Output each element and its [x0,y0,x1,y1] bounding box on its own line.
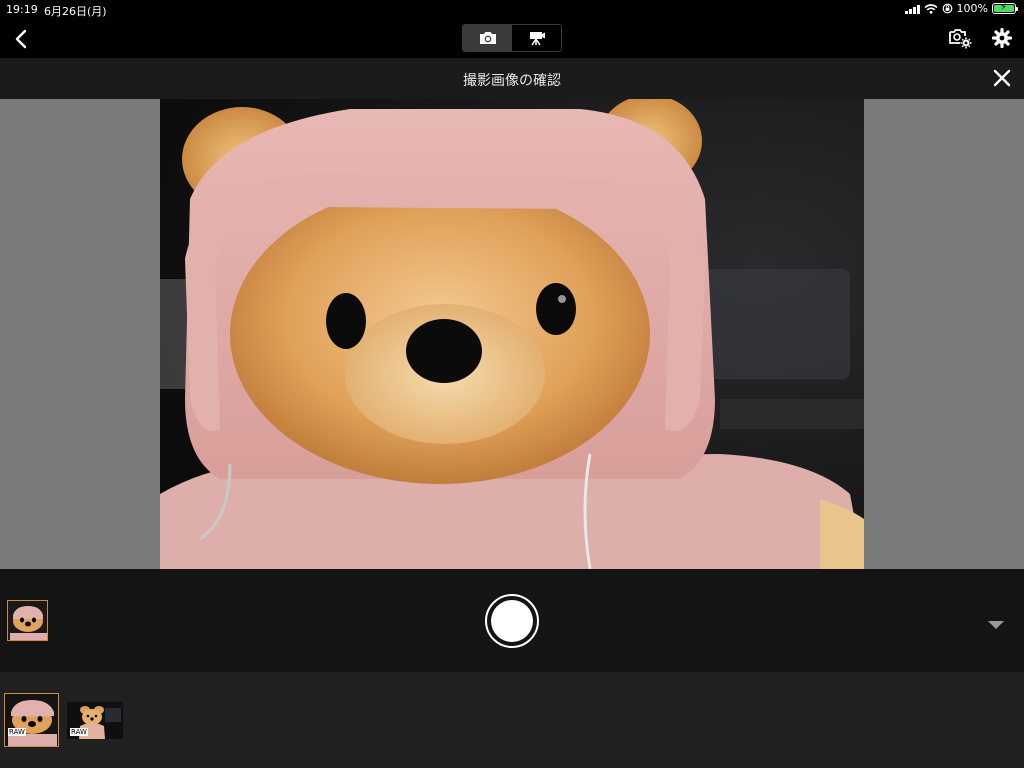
image-preview-area [0,99,1024,569]
image-strip: RAW RAW [0,672,1024,768]
status-date: 6月26日(月) [44,5,107,18]
signal-icon [904,4,920,14]
status-time: 19:19 [6,3,38,16]
shutter-button[interactable] [485,594,539,648]
expand-panel-button[interactable] [988,615,1004,629]
status-right: 100% ⚡ [904,2,1018,15]
photo-mode-button[interactable] [463,25,512,51]
capture-bar [0,569,1024,672]
wifi-icon [924,3,938,14]
settings-button[interactable] [990,26,1014,50]
captured-photo[interactable] [160,99,864,569]
nav-right-icons [948,26,1014,50]
battery-percent: 100% [956,2,988,15]
close-icon [993,69,1011,87]
last-capture-thumbnail[interactable] [7,600,48,641]
page-title: 撮影画像の確認 [463,73,561,89]
strip-thumbnail[interactable]: RAW [67,702,123,739]
camera-icon [479,32,496,44]
close-button[interactable] [992,68,1012,88]
camera-settings-button[interactable] [948,26,972,50]
orientation-lock-icon [942,3,952,14]
battery-icon: ⚡ [992,2,1018,14]
movie-camera-icon [529,32,545,46]
status-bar: 19:19 6月26日(月) 100% ⚡ [0,0,1024,20]
raw-badge: RAW [8,728,26,736]
review-title-bar: 撮影画像の確認 [0,58,1024,99]
chevron-left-icon [15,29,27,49]
camera-settings-icon [949,29,972,49]
raw-badge: RAW [70,728,88,736]
gear-icon [991,27,1013,49]
video-mode-button[interactable] [512,25,561,51]
shutter-icon [491,600,533,642]
strip-thumbnail[interactable]: RAW [4,693,59,747]
triangle-down-icon [988,621,1004,629]
back-button[interactable] [12,28,32,50]
mode-switch [462,24,562,52]
nav-bar [0,20,1024,58]
